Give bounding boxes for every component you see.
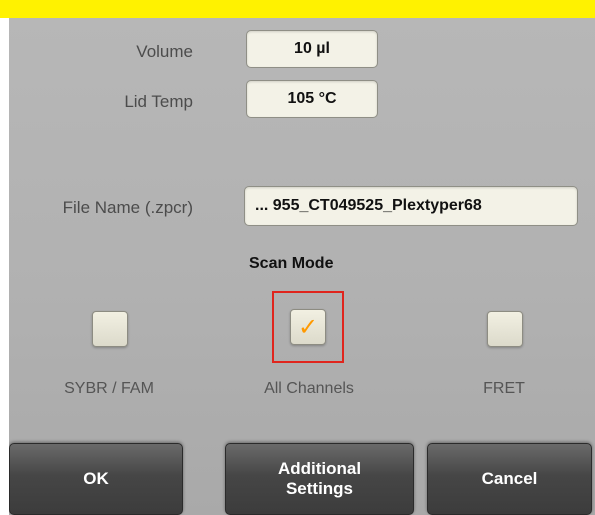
cancel-button[interactable]: Cancel bbox=[427, 443, 592, 515]
file-name-field[interactable]: ... 955_CT049525_Plextyper68 bbox=[244, 186, 578, 226]
lid-temp-field[interactable]: 105 °C bbox=[246, 80, 378, 118]
fret-label: FRET bbox=[483, 380, 525, 397]
sybr-fam-checkbox[interactable] bbox=[92, 311, 128, 347]
ok-button[interactable]: OK bbox=[9, 443, 183, 515]
file-name-label: File Name (.zpcr) bbox=[62, 198, 193, 217]
all-channels-checkbox[interactable]: ✓ bbox=[290, 309, 326, 345]
sybr-fam-label: SYBR / FAM bbox=[64, 380, 154, 397]
additional-settings-label: Additional Settings bbox=[277, 458, 362, 498]
volume-field[interactable]: 10 µl bbox=[246, 30, 378, 68]
lid-temp-label: Lid Temp bbox=[124, 92, 193, 111]
all-channels-label: All Channels bbox=[264, 380, 354, 397]
scan-mode-title: Scan Mode bbox=[249, 255, 334, 272]
fret-checkbox[interactable] bbox=[487, 311, 523, 347]
volume-label: Volume bbox=[136, 42, 193, 61]
additional-settings-button[interactable]: Additional Settings bbox=[225, 443, 414, 515]
instrument-screen: Volume 10 µl Lid Temp 105 °C File Name (… bbox=[9, 18, 595, 515]
top-highlight-bar bbox=[0, 0, 595, 18]
checkmark-icon: ✓ bbox=[297, 313, 319, 341]
